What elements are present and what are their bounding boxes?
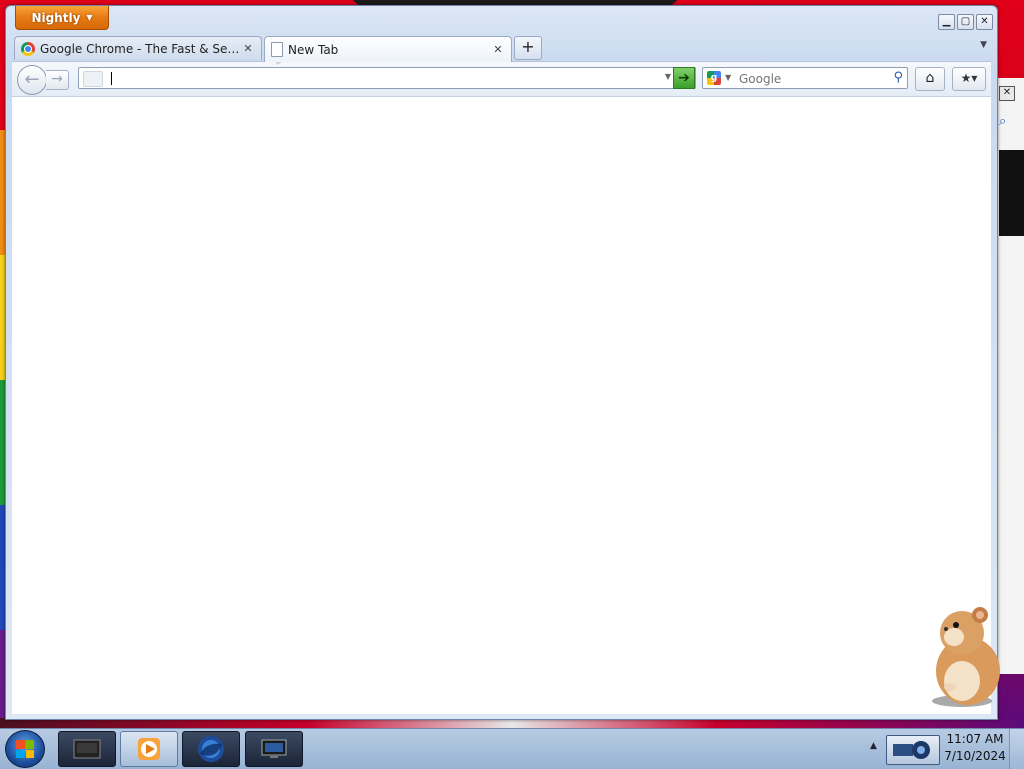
forward-button[interactable]: →: [46, 70, 69, 90]
taskbar-media-player-button[interactable]: [120, 731, 178, 767]
monitor-icon: [261, 739, 287, 758]
browser-window: Nightly ▼ ▁ ▢ ✕ Google Chrome - The Fast…: [5, 5, 998, 720]
app-menu-label: Nightly: [31, 10, 81, 25]
taskbar: ▲ 11:07 AM 7/10/2024: [0, 728, 1024, 769]
windows-logo-icon: [16, 740, 34, 758]
media-player-icon: [138, 738, 160, 760]
url-input[interactable]: [109, 69, 663, 89]
chevron-down-icon: ▼: [86, 13, 93, 22]
close-window-button[interactable]: ✕: [976, 14, 993, 30]
background-window-search-icon[interactable]: ⌕: [999, 114, 1006, 129]
search-input[interactable]: [737, 69, 886, 89]
tab-close-icon[interactable]: ✕: [491, 43, 505, 56]
firefox-icon: [198, 736, 224, 762]
taskbar-monitor-button[interactable]: [245, 731, 303, 767]
go-arrow-icon: ➔: [678, 70, 690, 86]
back-button[interactable]: ←: [17, 65, 47, 95]
show-desktop-button[interactable]: [1009, 729, 1024, 769]
clock-date: 7/10/2024: [944, 749, 1006, 763]
system-clock[interactable]: 11:07 AM 7/10/2024: [942, 731, 1008, 765]
page-content[interactable]: [12, 96, 991, 714]
go-button[interactable]: ➔: [673, 67, 695, 89]
google-engine-icon[interactable]: g: [707, 71, 721, 85]
taskbar-firefox-button[interactable]: [182, 731, 240, 767]
tab-new-tab[interactable]: New Tab ✕: [264, 36, 512, 62]
text-cursor: [111, 72, 112, 85]
tab-label: Google Chrome - The Fast & Secure ...: [40, 41, 241, 56]
start-button[interactable]: [5, 730, 45, 768]
new-tab-button[interactable]: +: [514, 36, 542, 60]
clock-time: 11:07 AM: [946, 732, 1004, 746]
search-bar[interactable]: g ▼ ⚲: [702, 67, 908, 89]
system-tray: ▲ 11:07 AM 7/10/2024: [864, 729, 1024, 769]
site-identity-icon[interactable]: [83, 71, 103, 87]
maximize-button[interactable]: ▢: [957, 14, 974, 30]
history-dropdown-icon[interactable]: ▼: [665, 72, 671, 81]
window-controls: ▁ ▢ ✕: [938, 14, 993, 30]
navigation-toolbar: ← → ▼ ➔ g ▼ ⚲ ⌂ ★▾: [12, 61, 991, 97]
tab-close-icon[interactable]: ✕: [241, 42, 255, 55]
tray-expand-icon[interactable]: ▲: [870, 741, 877, 751]
search-icon[interactable]: ⚲: [893, 70, 903, 85]
url-bar[interactable]: ▼ ➔: [78, 67, 696, 89]
tab-label: New Tab: [288, 42, 339, 57]
tray-app-icon[interactable]: [886, 735, 940, 765]
engine-dropdown-icon[interactable]: ▼: [725, 73, 731, 82]
tab-google-chrome[interactable]: Google Chrome - The Fast & Secure ... ✕: [14, 36, 262, 60]
app-menu-button[interactable]: Nightly ▼: [15, 6, 109, 30]
page-icon: [271, 42, 283, 57]
arrow-right-icon: →: [51, 71, 63, 87]
bookmark-star-icon: ★▾: [960, 71, 978, 85]
background-window-close-icon[interactable]: ✕: [999, 86, 1015, 101]
home-icon: ⌂: [925, 70, 935, 86]
background-window-dark-panel: [999, 150, 1024, 236]
bookmarks-button[interactable]: ★▾: [952, 67, 986, 91]
arrow-left-icon: ←: [24, 69, 40, 90]
taskbar-explorer-button[interactable]: [58, 731, 116, 767]
webcam-icon: [893, 741, 930, 759]
minimize-button[interactable]: ▁: [938, 14, 955, 30]
home-button[interactable]: ⌂: [915, 67, 945, 91]
explorer-icon: [73, 739, 101, 759]
hamster-desktop-pet-icon[interactable]: [922, 605, 1008, 709]
chrome-icon: [21, 41, 35, 56]
tab-list-chevron-icon[interactable]: ▼: [980, 40, 987, 50]
tab-strip: Google Chrome - The Fast & Secure ... ✕ …: [14, 36, 989, 62]
